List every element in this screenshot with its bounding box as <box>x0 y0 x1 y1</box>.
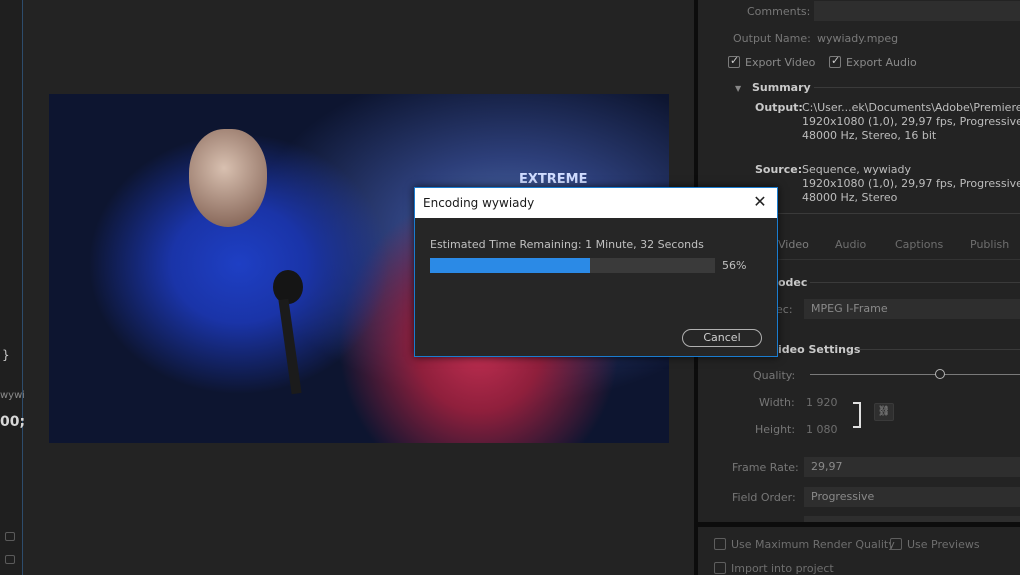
summary-output-line: C:\User...ek\Documents\Adobe\Premiere Pr <box>802 101 1020 114</box>
summary-heading: Summary <box>752 81 811 94</box>
height-value[interactable]: 1 080 <box>806 423 838 436</box>
max-render-quality-checkbox[interactable] <box>714 538 726 550</box>
import-into-project-label: Import into project <box>731 562 834 575</box>
dialog-titlebar[interactable]: Encoding wywiady ✕ <box>415 188 777 218</box>
codec-label: ec: <box>776 303 793 316</box>
progress-percent: 56% <box>722 259 747 272</box>
quality-slider-handle[interactable] <box>935 369 946 379</box>
summary-output-line: 48000 Hz, Stereo, 16 bit <box>802 129 937 142</box>
quality-slider-track[interactable] <box>810 374 1020 375</box>
aspect-link-bracket <box>853 402 861 428</box>
import-into-project-checkbox[interactable] <box>714 562 726 574</box>
presenter-face <box>189 129 267 227</box>
codec-section-heading: odec <box>778 276 808 289</box>
section-divider <box>858 349 1020 350</box>
lock-icon[interactable] <box>5 532 15 541</box>
tab-captions[interactable]: Captions <box>895 238 943 251</box>
export-audio-checkbox[interactable] <box>829 54 841 68</box>
output-name-link[interactable]: wywiady.mpeg <box>817 32 898 45</box>
microphone-handle <box>278 298 302 395</box>
field-order-label: Field Order: <box>732 491 796 504</box>
link-icon[interactable]: ⛓ <box>874 403 894 421</box>
progress-bar-fill <box>430 258 590 273</box>
video-settings-heading: ideo Settings <box>778 343 861 356</box>
close-icon[interactable]: ✕ <box>751 193 769 211</box>
tab-audio[interactable]: Audio <box>835 238 866 251</box>
summary-output-label: Output: <box>755 101 803 114</box>
tab-publish[interactable]: Publish <box>970 238 1009 251</box>
use-previews-checkbox[interactable] <box>890 538 902 550</box>
lock-icon[interactable] <box>5 555 15 564</box>
export-video-label: Export Video <box>745 56 816 69</box>
export-audio-label: Export Audio <box>846 56 917 69</box>
comments-label: Comments: <box>747 5 811 18</box>
section-divider <box>810 282 1020 283</box>
progress-bar <box>430 258 715 273</box>
frame-rate-dropdown[interactable]: 29,97 <box>804 457 1020 477</box>
quality-label: Quality: <box>753 369 796 382</box>
width-label: Width: <box>759 396 795 409</box>
output-name-label: Output Name: <box>733 32 811 45</box>
use-previews-label: Use Previews <box>907 538 980 551</box>
cancel-button[interactable]: Cancel <box>682 329 762 347</box>
time-remaining-text: Estimated Time Remaining: 1 Minute, 32 S… <box>430 238 704 251</box>
encoding-dialog: Encoding wywiady ✕ Estimated Time Remain… <box>414 187 778 357</box>
export-video-checkbox[interactable] <box>728 54 740 68</box>
codec-dropdown[interactable]: MPEG I-Frame <box>804 299 1020 319</box>
summary-source-line: 48000 Hz, Stereo <box>802 191 898 204</box>
frame-rate-label: Frame Rate: <box>732 461 799 474</box>
summary-output-line: 1920x1080 (1,0), 29,97 fps, Progressive,… <box>802 115 1020 128</box>
width-value[interactable]: 1 920 <box>806 396 838 409</box>
chevron-down-icon[interactable]: ▼ <box>735 84 741 93</box>
summary-source-label: Source: <box>755 163 803 176</box>
render-options-panel: Use Maximum Render Quality Use Previews … <box>698 527 1020 575</box>
timecode-fragment: 00; <box>0 414 26 430</box>
height-label: Height: <box>755 423 796 436</box>
timeline-strip: } wywia 00; <box>0 0 31 575</box>
comments-input[interactable] <box>814 1 1020 21</box>
max-render-quality-label: Use Maximum Render Quality <box>731 538 895 551</box>
summary-source-line: Sequence, wywiady <box>802 163 912 176</box>
bracket-fragment: } <box>2 348 10 362</box>
section-divider <box>814 87 1020 88</box>
tab-video[interactable]: Video <box>778 238 809 251</box>
summary-source-line: 1920x1080 (1,0), 29,97 fps, Progressive,… <box>802 177 1020 190</box>
dialog-title: Encoding wywiady <box>423 196 535 210</box>
field-order-dropdown[interactable]: Progressive <box>804 487 1020 507</box>
